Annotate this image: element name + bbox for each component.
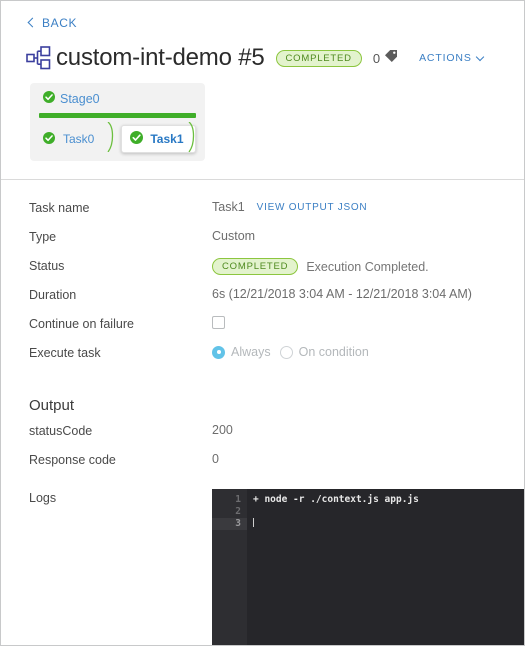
detail-label: Execute task (29, 346, 101, 360)
line-number: 2 (235, 506, 241, 517)
detail-value: Custom (212, 229, 256, 243)
detail-label: Type (29, 230, 57, 244)
stage-progress-bar (39, 113, 196, 118)
execute-task-option-on-condition[interactable]: On condition (279, 345, 369, 359)
chevron-down-icon (475, 52, 484, 61)
detail-row-duration: Duration 6s (12/21/2018 3:04 AM - 12/21/… (29, 287, 524, 316)
logs-row: Logs 1 2 3 + node -r ./context.js app.js (29, 489, 524, 645)
stage-header[interactable]: Stage0 (30, 90, 205, 108)
detail-label: Continue on failure (29, 317, 134, 331)
chevron-left-icon (27, 17, 38, 28)
continue-on-failure-checkbox[interactable] (212, 316, 225, 329)
log-line: + node -r ./context.js app.js (253, 494, 419, 505)
actions-label: ACTIONS (419, 52, 472, 64)
task-node-task1[interactable]: Task1 (121, 125, 196, 153)
view-output-json-link[interactable]: VIEW OUTPUT JSON (257, 202, 368, 213)
pipeline-execution-page: BACK custom-int-demo #5 COMPLETED 0 ACTI… (0, 0, 525, 646)
output-label: Response code (29, 453, 116, 467)
page-title: custom-int-demo #5 (56, 44, 265, 71)
status-badge: COMPLETED (275, 49, 362, 67)
radio-icon (212, 345, 225, 359)
status-message: Execution Completed. (306, 259, 429, 274)
status-badge: COMPLETED (212, 258, 299, 275)
log-gutter: 1 2 3 (212, 489, 247, 645)
page-header: custom-int-demo #5 COMPLETED 0 ACTIONS (1, 31, 524, 72)
check-circle-icon (130, 131, 144, 147)
stage-name: Stage0 (60, 92, 100, 106)
actions-dropdown-button[interactable]: ACTIONS (419, 52, 484, 64)
detail-row-execute-task: Execute task Always On condition (29, 345, 524, 374)
detail-value: 6s (12/21/2018 3:04 AM - 12/21/2018 3:04… (212, 287, 472, 301)
task-connector (106, 121, 120, 157)
line-number: 1 (235, 494, 241, 505)
output-value: 200 (212, 423, 233, 437)
back-row: BACK (1, 1, 524, 31)
output-row-response-code: Response code 0 (29, 452, 524, 481)
task-details: Task name Task1 VIEW OUTPUT JSON Type Cu… (1, 180, 524, 645)
detail-row-type: Type Custom (29, 229, 524, 258)
task-label: Task1 (150, 132, 184, 146)
line-number: 3 (212, 518, 247, 530)
text-cursor (253, 518, 254, 527)
detail-row-status: Status COMPLETED Execution Completed. (29, 258, 524, 287)
detail-row-task-name: Task name Task1 VIEW OUTPUT JSON (29, 200, 524, 229)
detail-label: Task name (29, 201, 90, 215)
tag-icon[interactable] (384, 49, 398, 67)
back-button[interactable]: BACK (27, 15, 78, 30)
log-content: + node -r ./context.js app.js (247, 489, 524, 645)
radio-icon (279, 345, 293, 359)
detail-row-continue-on-failure: Continue on failure (29, 316, 524, 345)
task-row: Task0 Task1 (30, 121, 205, 153)
task-label: Task0 (63, 132, 95, 146)
log-console[interactable]: 1 2 3 + node -r ./context.js app.js (212, 489, 524, 645)
check-circle-icon (43, 131, 55, 147)
detail-label: Status (29, 259, 65, 273)
output-section-title: Output (29, 397, 75, 414)
log-line-cursor (253, 518, 524, 530)
pipeline-graph: Stage0 Task0 Task1 (1, 72, 524, 161)
output-value: 0 (212, 452, 219, 466)
radio-label: Always (231, 345, 271, 359)
radio-label: On condition (298, 345, 369, 359)
pipeline-icon (25, 45, 55, 71)
back-label: BACK (42, 15, 78, 30)
detail-value: Task1 (212, 200, 245, 214)
output-row-status-code: statusCode 200 (29, 423, 524, 452)
tag-count: 0 (372, 50, 381, 66)
execute-task-option-always[interactable]: Always (212, 345, 271, 359)
task-node-task0[interactable]: Task0 (43, 131, 95, 147)
check-circle-icon (43, 90, 55, 108)
output-label: statusCode (29, 424, 93, 438)
stage-block[interactable]: Stage0 Task0 Task1 (30, 83, 205, 161)
detail-label: Duration (29, 288, 77, 302)
logs-label: Logs (29, 491, 57, 505)
